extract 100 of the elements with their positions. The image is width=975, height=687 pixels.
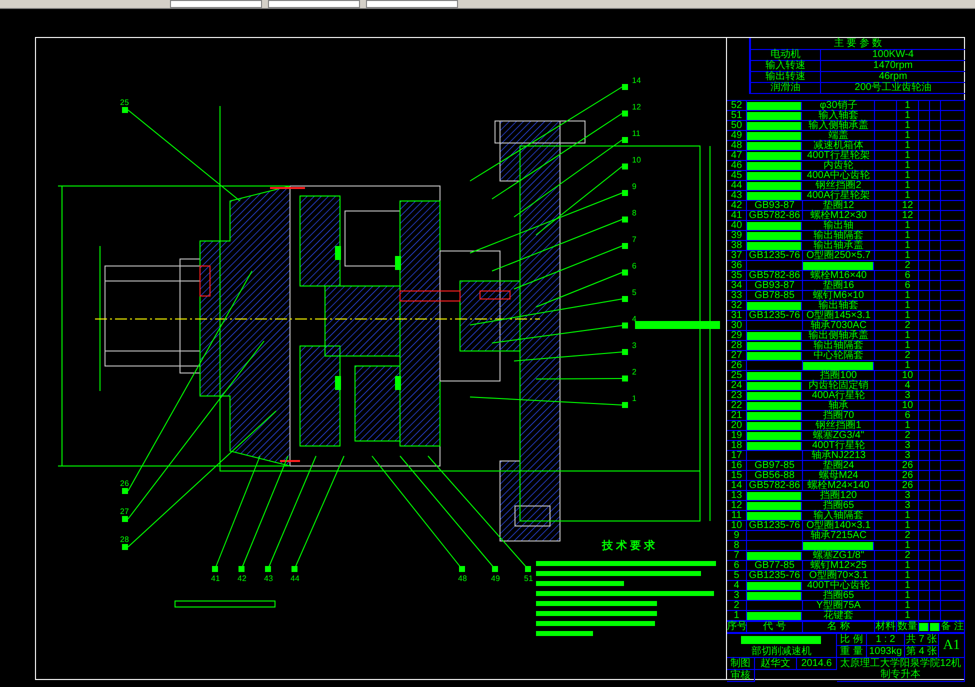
table-cell: 12 — [897, 201, 919, 211]
table-cell: 15 — [727, 471, 747, 481]
table-cell: 10 — [727, 521, 747, 531]
table-cell: GB1235-76 — [747, 521, 803, 531]
table-cell: 1 — [897, 611, 919, 621]
table-cell: 1 — [897, 361, 919, 371]
callout-number: 48 — [458, 574, 467, 583]
table-cell: 3 — [897, 441, 919, 451]
table-cell: 37 — [727, 251, 747, 261]
table-cell: 内齿轮固定销 — [803, 381, 875, 391]
table-cell: 制图 — [727, 658, 755, 670]
table-title: 主 要 参 数 — [751, 38, 965, 50]
table-cell: 6 — [897, 281, 919, 291]
table-cell: 螺栓M16×40 — [803, 271, 875, 281]
callout-number: 27 — [120, 507, 129, 516]
table-cell: 400T中心齿轮 — [803, 581, 875, 591]
table-cell: GB97-85 — [747, 461, 803, 471]
table-cell: 名 称 — [803, 622, 875, 632]
table-cell: 挡圈120 — [803, 491, 875, 501]
table-cell: 400T行星轮架 — [803, 151, 875, 161]
table-cell: 1 — [897, 291, 919, 301]
table-cell: 1 — [897, 421, 919, 431]
table-cell: 33 — [727, 291, 747, 301]
table-cell: 2014.6 — [797, 658, 837, 670]
table-cell: 2 — [897, 551, 919, 561]
table-cell: 减速机箱体 — [803, 141, 875, 151]
table-cell: 1 — [897, 311, 919, 321]
table-cell: 400T行星轮 — [803, 441, 875, 451]
callout-number: 6 — [632, 262, 636, 270]
callout-number: 7 — [632, 235, 636, 244]
table-cell: 垫圈16 — [803, 281, 875, 291]
table-cell: 重 量 — [837, 646, 867, 658]
table-cell: 400A行星轮架 — [803, 191, 875, 201]
callout-number: 43 — [264, 574, 273, 583]
table-cell: 轴承 — [803, 401, 875, 411]
table-cell: 1 — [897, 131, 919, 141]
dropdown-field[interactable] — [268, 0, 360, 8]
table-cell: GB1235-76 — [747, 571, 803, 581]
redaction-bar — [536, 631, 593, 636]
table-cell: 钢丝挡圈1 — [803, 421, 875, 431]
table-cell: 1093kg — [867, 646, 905, 658]
callout-number: 12 — [632, 102, 641, 112]
callout-number: 41 — [211, 574, 220, 583]
table-cell: 2 — [897, 431, 919, 441]
table-cell: 挡圈65 — [803, 591, 875, 601]
table-cell: GB77-85 — [747, 561, 803, 571]
table-cell: 1 — [897, 101, 919, 111]
table-cell: 6 — [897, 271, 919, 281]
table-cell: O型圈250×5.7 — [803, 251, 875, 261]
table-cell: 1 — [897, 151, 919, 161]
table-cell: 挡圈70 — [803, 411, 875, 421]
dropdown-field[interactable] — [366, 0, 458, 8]
table-cell: 输出轴套 — [803, 301, 875, 311]
table-cell: 螺钉M12×25 — [803, 561, 875, 571]
table-cell: 垫圈24 — [803, 461, 875, 471]
callout-number: 8 — [632, 208, 636, 218]
table-cell: 输出轴隔套 — [803, 341, 875, 351]
table-cell: 1 — [897, 521, 919, 531]
table-cell: 螺塞ZG3/4" — [803, 431, 875, 441]
table-cell: 端盖 — [803, 131, 875, 141]
table-cell: 材料 — [875, 622, 897, 632]
table-cell: 1 — [897, 331, 919, 341]
table-cell: 3 — [897, 451, 919, 461]
table-cell: 34 — [727, 281, 747, 291]
table-cell: 备 注 — [941, 622, 965, 632]
callout-number: 2 — [632, 368, 636, 376]
table-cell: GB5782-86 — [747, 481, 803, 491]
table-cell: 10 — [897, 401, 919, 411]
table-cell: φ30销子 — [803, 101, 875, 111]
dropdown-field[interactable] — [170, 0, 262, 8]
callout-number: 14 — [632, 76, 641, 85]
table-cell: GB93-87 — [747, 201, 803, 211]
table-cell: GB1235-76 — [747, 251, 803, 261]
table-cell-text: 1470rpm — [872, 61, 914, 71]
table-cell: 5 — [727, 571, 747, 581]
table-cell: 1 — [897, 511, 919, 521]
table-cell: 17 — [727, 451, 747, 461]
table-cell: 输入侧轴承盖 — [803, 121, 875, 131]
table-cell: 输入轴套 — [803, 111, 875, 121]
table-cell: 螺栓M12×30 — [803, 211, 875, 221]
table-cell: 3 — [897, 491, 919, 501]
table-cell: GB5782-86 — [747, 271, 803, 281]
callout-number: 25 — [120, 98, 129, 107]
table-cell: 轴承NJ2213 — [803, 451, 875, 461]
callout-number: 10 — [632, 156, 641, 164]
table-cell: 共 7 张 — [905, 634, 939, 646]
table-cell: 26 — [897, 481, 919, 491]
table-cell: 审核 — [727, 670, 755, 682]
callout-number: 4 — [632, 314, 636, 324]
table-cell: 代 号 — [747, 622, 803, 632]
table-cell: 12 — [897, 211, 919, 221]
table-cell-text: 100KW-4 — [871, 50, 915, 60]
table-cell: 1 — [897, 121, 919, 131]
table-cell: 钢丝挡圈2 — [803, 181, 875, 191]
table-cell: 输入轴隔套 — [803, 511, 875, 521]
sheet-size: A1 — [939, 634, 965, 658]
table-cell: 1 — [897, 191, 919, 201]
table-cell: 30 — [727, 321, 747, 331]
table-cell: 26 — [897, 461, 919, 471]
table-cell: GB78-85 — [747, 291, 803, 301]
